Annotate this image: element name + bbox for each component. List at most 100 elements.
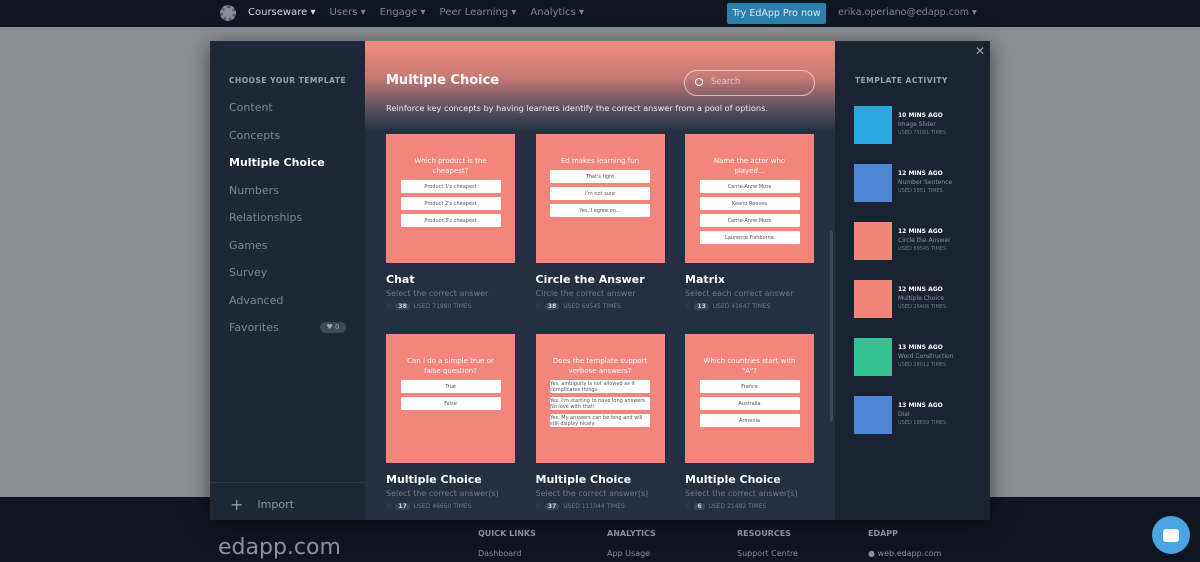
- sidebar-item-games[interactable]: Games: [229, 239, 267, 252]
- template-activity: TEMPLATE ACTIVITY 10 MINS AGO Image Slide…: [835, 41, 990, 520]
- activity-item[interactable]: 13 MINS AGO Dial USED 18659 TIMES: [854, 396, 974, 434]
- category-description: Reinforce key concepts by having learner…: [386, 103, 768, 113]
- nav-item[interactable]: Engage ▾: [380, 7, 426, 18]
- usage-count: USED 111044 TIMES: [563, 503, 625, 510]
- activity-name: Word Construction: [898, 353, 954, 360]
- footer-column: ANALYTICS App Usage: [607, 529, 656, 558]
- footer-column: EDAPP ● web.edapp.com: [868, 529, 941, 558]
- sidebar-item-numbers[interactable]: Numbers: [229, 184, 279, 197]
- footer-heading: ANALYTICS: [607, 529, 656, 538]
- card-subtitle: Select the correct answer(s): [386, 489, 499, 498]
- search-icon: [695, 78, 703, 86]
- heart-icon[interactable]: ♡: [386, 303, 391, 310]
- activity-item[interactable]: 13 MINS AGO Word Construction USED 28012 T…: [854, 338, 974, 376]
- preview-option: Australia: [699, 397, 800, 410]
- sidebar-item-content[interactable]: Content: [229, 101, 273, 114]
- preview-option: Yes, I agree on...: [550, 204, 650, 217]
- close-icon[interactable]: ✕: [975, 44, 985, 58]
- preview-option: Carrie-Anne Moss: [699, 214, 800, 227]
- card-usage: ♡ 13 USED 41647 TIMES: [685, 303, 814, 310]
- nav-item[interactable]: Users ▾: [329, 7, 365, 18]
- sidebar-item-favorites[interactable]: Favorites: [229, 321, 279, 334]
- footer-heading: QUICK LINKS: [478, 529, 536, 538]
- preview-option: Armenia: [699, 414, 800, 427]
- sidebar-item-survey[interactable]: Survey: [229, 266, 267, 279]
- activity-item[interactable]: 10 MINS AGO Image Slider USED 75081 TIMES: [854, 106, 974, 144]
- try-pro-button[interactable]: Try EdApp Pro now: [727, 3, 826, 24]
- activity-time: 13 MINS AGO: [898, 402, 943, 409]
- template-card[interactable]: Which countries start with "A"? France Aus…: [685, 334, 814, 510]
- like-count: 6: [694, 503, 705, 510]
- template-modal: CHOOSE YOUR TEMPLATE Content Concepts Mult…: [210, 41, 990, 520]
- preview-option: That's right: [550, 170, 650, 183]
- template-preview[interactable]: Does the template support verbose answer…: [535, 334, 665, 463]
- gear-logo-icon[interactable]: [220, 5, 236, 21]
- activity-item[interactable]: 12 MINS AGO Circle the Answer USED 69545 T…: [854, 222, 974, 260]
- template-card[interactable]: Ed makes learning fun That's right I'm not…: [535, 134, 665, 310]
- card-usage: ♡ 38 USED 69545 TIMES: [536, 303, 665, 310]
- template-main: Multiple Choice Reinforce key concepts b…: [365, 41, 835, 520]
- scrollbar[interactable]: [830, 231, 833, 421]
- sidebar-item-concepts[interactable]: Concepts: [229, 129, 280, 142]
- activity-heading: TEMPLATE ACTIVITY: [855, 76, 948, 85]
- card-title: Multiple Choice: [685, 473, 781, 486]
- activity-item[interactable]: 12 MINS AGO Multiple Choice USED 26406 TIM…: [854, 280, 974, 318]
- category-title: Multiple Choice: [386, 73, 500, 88]
- nav-item[interactable]: Analytics ▾: [530, 7, 584, 18]
- favorites-badge: ♥ 0: [320, 322, 346, 333]
- template-preview[interactable]: Ed makes learning fun That's right I'm not…: [535, 134, 665, 263]
- import-button[interactable]: + Import: [210, 482, 365, 520]
- footer-link[interactable]: ● web.edapp.com: [868, 549, 941, 558]
- chat-button[interactable]: [1152, 516, 1190, 554]
- activity-name: Number Sentence: [898, 179, 953, 186]
- template-preview[interactable]: Can I do a simple true or false question…: [386, 334, 515, 463]
- chat-icon: [1163, 528, 1179, 542]
- template-card[interactable]: Can I do a simple true or false question…: [386, 334, 515, 510]
- preview-option: Laurence Fishburne: [699, 231, 800, 244]
- preview-option: Product 2's cheapest: [400, 197, 501, 210]
- activity-name: Image Slider: [898, 121, 936, 128]
- heart-icon[interactable]: ♡: [536, 503, 541, 510]
- sidebar-item-multiple-choice[interactable]: Multiple Choice: [229, 156, 325, 169]
- footer-link[interactable]: Dashboard: [478, 549, 521, 558]
- activity-thumbnail: [854, 222, 892, 260]
- footer-link[interactable]: App Usage: [607, 549, 650, 558]
- nav-item[interactable]: Courseware ▾: [248, 7, 315, 18]
- card-subtitle: Select each correct answer: [685, 289, 794, 298]
- preview-question: Ed makes learning fun: [560, 157, 640, 165]
- template-preview[interactable]: Which product is the cheapest? Product 1'…: [386, 134, 515, 263]
- preview-question: Can I do a simple true or false question…: [407, 357, 494, 375]
- card-usage: ♡ 6 USED 21492 TIMES: [685, 503, 814, 510]
- heart-icon[interactable]: ♡: [386, 503, 391, 510]
- activity-usage: USED 5851 TIMES: [898, 188, 943, 194]
- template-card[interactable]: Does the template support verbose answer…: [535, 334, 665, 510]
- footer-heading: RESOURCES: [737, 529, 791, 538]
- template-card[interactable]: Which product is the cheapest? Product 1'…: [386, 134, 515, 310]
- activity-usage: USED 18659 TIMES: [898, 420, 947, 426]
- activity-item[interactable]: 12 MINS AGO Number Sentence USED 5851 TIME…: [854, 164, 974, 202]
- search-input[interactable]: Search: [684, 70, 815, 96]
- preview-option: True: [400, 380, 501, 393]
- card-title: Multiple Choice: [386, 473, 482, 486]
- heart-icon[interactable]: ♡: [685, 503, 690, 510]
- like-count: 13: [694, 303, 709, 310]
- card-usage: ♡ 37 USED 111044 TIMES: [536, 503, 665, 510]
- like-count: 37: [544, 503, 560, 510]
- preview-option: Yes, ambiguity is not allowed as it comp…: [550, 380, 650, 393]
- nav-item[interactable]: Peer Learning ▾: [440, 7, 517, 18]
- template-card[interactable]: Name the actor who played... Carrie-Anne …: [685, 134, 814, 310]
- user-menu[interactable]: erika.operiano@edapp.com ▾: [838, 7, 977, 18]
- category-header: Multiple Choice Reinforce key concepts b…: [365, 41, 835, 131]
- sidebar-heading: CHOOSE YOUR TEMPLATE: [229, 76, 347, 85]
- template-preview[interactable]: Name the actor who played... Carrie-Anne …: [685, 134, 814, 263]
- template-preview[interactable]: Which countries start with "A"? France Aus…: [685, 334, 814, 463]
- preview-question: Which countries start with "A"?: [703, 357, 796, 375]
- sidebar-item-relationships[interactable]: Relationships: [229, 211, 302, 224]
- heart-icon[interactable]: ♡: [536, 303, 541, 310]
- card-subtitle: Circle the correct answer: [535, 289, 636, 298]
- activity-time: 12 MINS AGO: [898, 170, 943, 177]
- footer-heading: EDAPP: [868, 529, 899, 538]
- footer-link[interactable]: Support Centre: [737, 549, 798, 558]
- heart-icon[interactable]: ♡: [685, 303, 690, 310]
- sidebar-item-advanced[interactable]: Advanced: [229, 294, 283, 307]
